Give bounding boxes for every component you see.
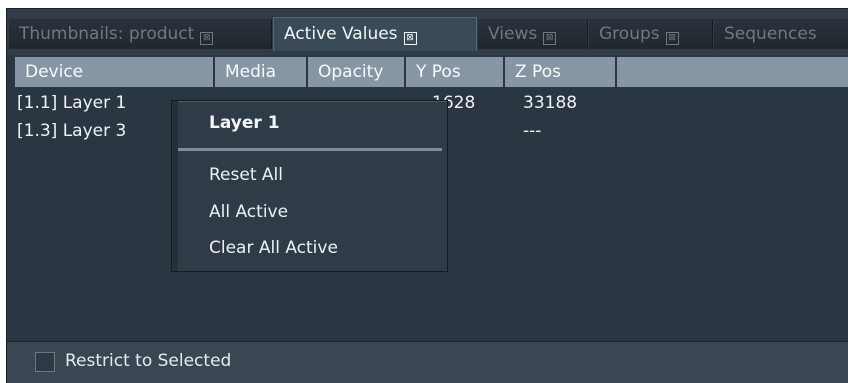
menu-item-all-active[interactable]: All Active xyxy=(209,202,288,222)
close-tab-icon[interactable]: ⊠ xyxy=(403,32,417,45)
close-tab-icon[interactable]: ⊠ xyxy=(543,32,557,45)
column-header-filler xyxy=(617,57,848,87)
tab-label: Thumbnails: product xyxy=(19,24,195,44)
close-tab-icon[interactable]: ⊠ xyxy=(665,32,679,45)
restrict-to-selected-checkbox[interactable] xyxy=(35,352,55,372)
cell-z-pos: 33188 xyxy=(523,93,578,113)
tab-bar: Thumbnails: product ⊠ Active Values ⊠ View… xyxy=(7,9,848,55)
context-menu-title: Layer 1 xyxy=(209,113,280,133)
context-menu: Layer 1 Reset All All Active Clear All A… xyxy=(171,100,448,272)
table-header: Device Media Opacity Y Pos Z Pos xyxy=(15,57,848,87)
tab-sequences[interactable]: Sequences xyxy=(714,19,848,49)
restrict-to-selected-label[interactable]: Restrict to Selected xyxy=(65,351,231,371)
column-header-z-pos[interactable]: Z Pos xyxy=(505,57,617,87)
cell-z-pos: --- xyxy=(523,121,542,141)
menu-item-reset-all[interactable]: Reset All xyxy=(209,165,283,185)
column-header-opacity[interactable]: Opacity xyxy=(308,57,406,87)
menu-separator xyxy=(178,148,442,151)
tab-thumbnails-product[interactable]: Thumbnails: product ⊠ xyxy=(9,19,272,49)
close-tab-icon[interactable]: ⊠ xyxy=(200,32,214,45)
tab-groups[interactable]: Groups ⊠ xyxy=(589,19,713,49)
active-values-panel: Thumbnails: product ⊠ Active Values ⊠ View… xyxy=(6,8,848,383)
tab-label: Groups xyxy=(599,24,660,44)
tab-views[interactable]: Views ⊠ xyxy=(478,19,588,49)
tab-label: Views xyxy=(488,24,538,44)
cell-device: [1.1] Layer 1 xyxy=(17,93,127,113)
column-header-y-pos[interactable]: Y Pos xyxy=(406,57,505,87)
footer-bar: Restrict to Selected xyxy=(7,341,848,383)
column-header-media[interactable]: Media xyxy=(215,57,308,87)
tab-label: Active Values xyxy=(284,24,398,44)
tab-label: Sequences xyxy=(724,24,817,44)
menu-side-strip xyxy=(172,101,178,271)
tab-active-values[interactable]: Active Values ⊠ xyxy=(273,17,477,51)
column-header-device[interactable]: Device xyxy=(15,57,215,87)
menu-item-clear-all-active[interactable]: Clear All Active xyxy=(209,238,338,258)
cell-device: [1.3] Layer 3 xyxy=(17,121,127,141)
